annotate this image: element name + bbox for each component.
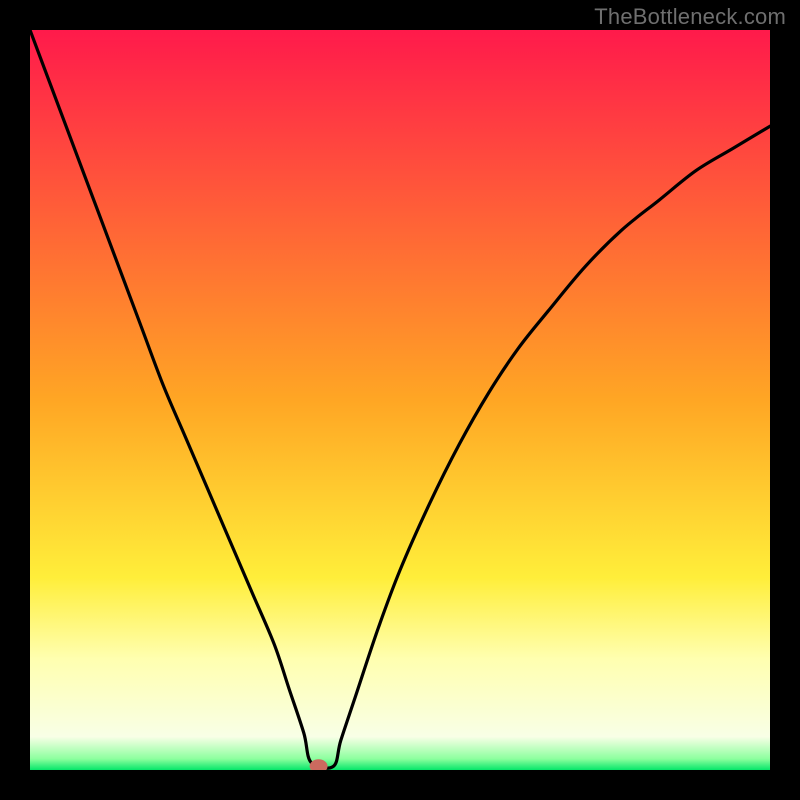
- watermark-text: TheBottleneck.com: [594, 4, 786, 30]
- chart-frame: TheBottleneck.com: [0, 0, 800, 800]
- plot-area: [30, 30, 770, 770]
- bottleneck-chart: [30, 30, 770, 770]
- gradient-background: [30, 30, 770, 770]
